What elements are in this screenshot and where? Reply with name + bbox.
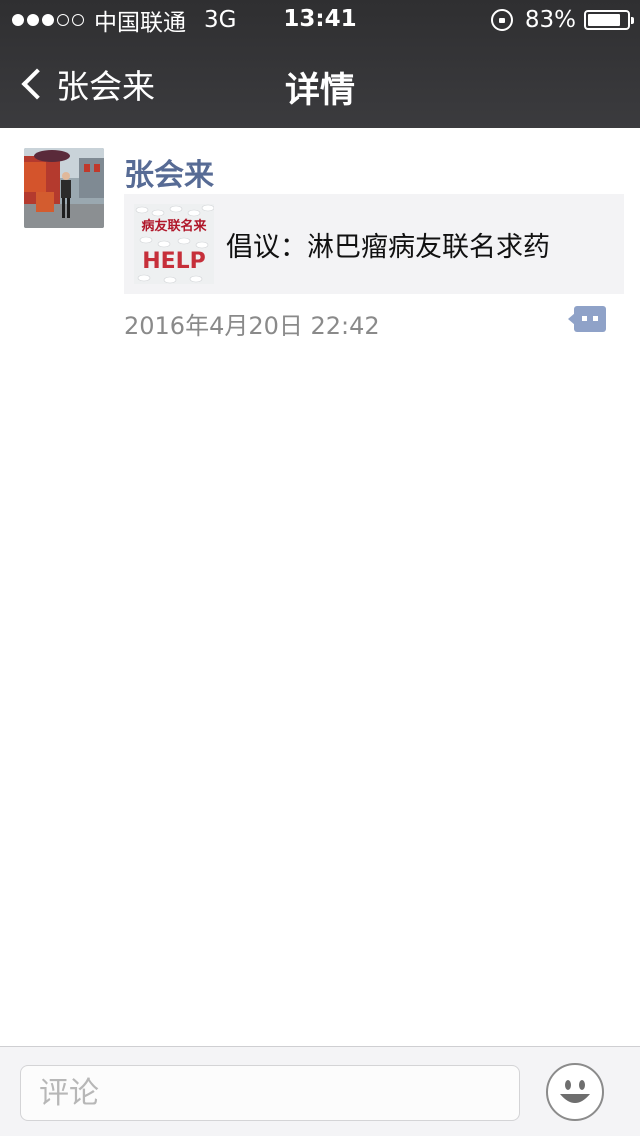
thumbnail-help-text: HELP (142, 249, 206, 274)
battery-icon (584, 10, 634, 30)
pills-help-thumbnail: 病友联名来 HELP (134, 204, 214, 284)
nav-bar: 张会来 详情 (0, 40, 640, 128)
comment-bar (0, 1046, 640, 1136)
post-timestamp: 2016年4月20日 22:42 (124, 312, 380, 340)
share-title: 倡议：淋巴瘤病友联名求药 (226, 232, 550, 263)
shared-link-card[interactable]: 病友联名来 HELP 倡议：淋巴瘤病友联名求药 (124, 194, 624, 294)
avatar[interactable] (24, 148, 104, 228)
status-right: 83% (490, 6, 634, 34)
status-bar: 中国联通 3G 13:41 83% (0, 0, 640, 40)
thumbnail-label: 病友联名来 (141, 218, 207, 234)
header: 中国联通 3G 13:41 83% 张会来 详情 (0, 0, 640, 128)
author-name[interactable]: 张会来 (124, 150, 214, 194)
battery-fill (588, 14, 620, 26)
share-thumbnail: 病友联名来 HELP (134, 204, 214, 284)
page-title: 详情 (284, 71, 355, 111)
emoji-button[interactable] (546, 1063, 604, 1121)
avatar-photo (24, 148, 104, 228)
comment-button[interactable] (568, 304, 608, 334)
comment-input[interactable] (20, 1065, 520, 1121)
battery-percentage: 83% (524, 7, 576, 33)
comment-bubble-icon (568, 306, 606, 332)
rotation-lock-icon (490, 9, 513, 31)
smiley-face-icon (560, 1080, 590, 1103)
